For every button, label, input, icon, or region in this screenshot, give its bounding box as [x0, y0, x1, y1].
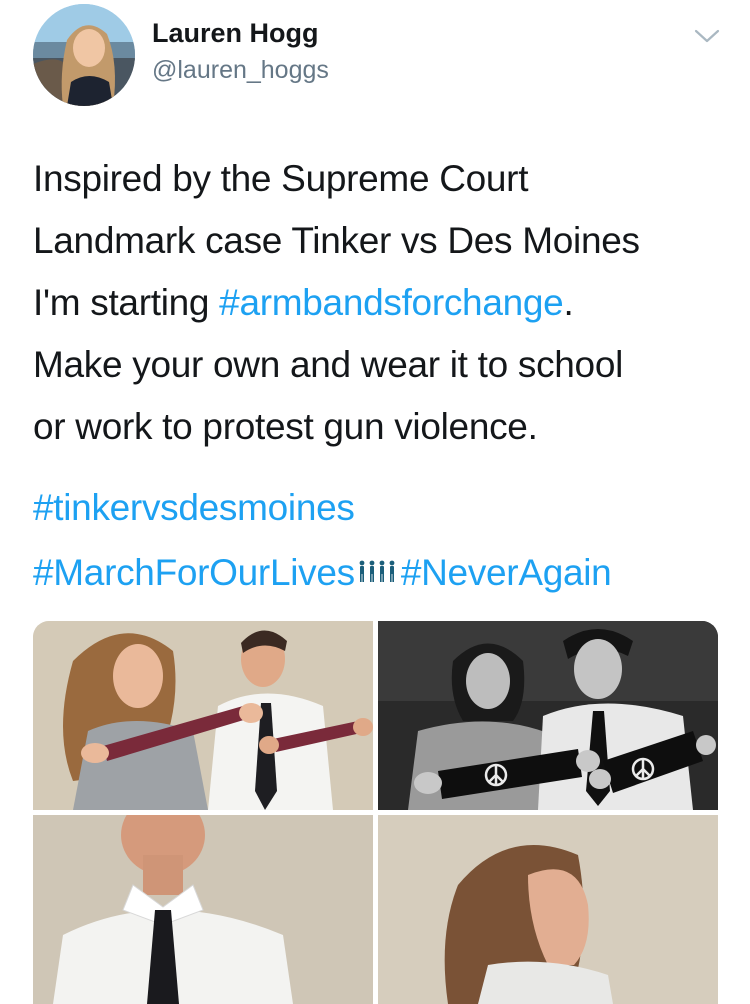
tweet-line-suffix: .: [563, 282, 574, 323]
people-group-icon: [357, 540, 397, 604]
hashtag-marchforourlives-link[interactable]: #MarchForOurLives: [33, 552, 355, 593]
hashtag-row: #tinkervsdesmoines: [33, 476, 733, 540]
tweet-line: Make your own and wear it to school: [33, 344, 624, 385]
media-grid: [33, 621, 718, 1004]
media-photo-girl-profile[interactable]: [378, 815, 718, 1004]
chevron-down-icon[interactable]: [692, 24, 722, 48]
media-photo-vintage-armbands[interactable]: [378, 621, 718, 810]
hashtag-row: #MarchForOurLives #NeverAgain: [33, 540, 733, 610]
hashtag-list: #tinkervsdesmoines #MarchForOurLives #Ne…: [33, 476, 733, 610]
author-handle[interactable]: @lauren_hoggs: [152, 56, 329, 85]
tweet-line: or work to protest gun violence.: [33, 406, 538, 447]
avatar[interactable]: [33, 4, 135, 106]
tweet-line-text: I'm starting: [33, 282, 220, 323]
media-photo-boy-tie[interactable]: [33, 815, 373, 1004]
hashtag-neveragain-link[interactable]: #NeverAgain: [401, 552, 612, 593]
author-display-name[interactable]: Lauren Hogg: [152, 18, 319, 49]
tweet-line: I'm starting #armbandsforchange.: [33, 272, 733, 334]
tweet-line: Landmark case Tinker vs Des Moines: [33, 220, 640, 261]
hashtag-armbandsforchange-link[interactable]: #armbandsforchange: [219, 282, 564, 323]
tweet-line: Inspired by the Supreme Court: [33, 158, 529, 199]
media-photo-modern-armbands[interactable]: [33, 621, 373, 810]
hashtag-tinkervsdesmoines-link[interactable]: #tinkervsdesmoines: [33, 487, 355, 528]
tweet-text: Inspired by the Supreme Court Landmark c…: [33, 148, 733, 458]
